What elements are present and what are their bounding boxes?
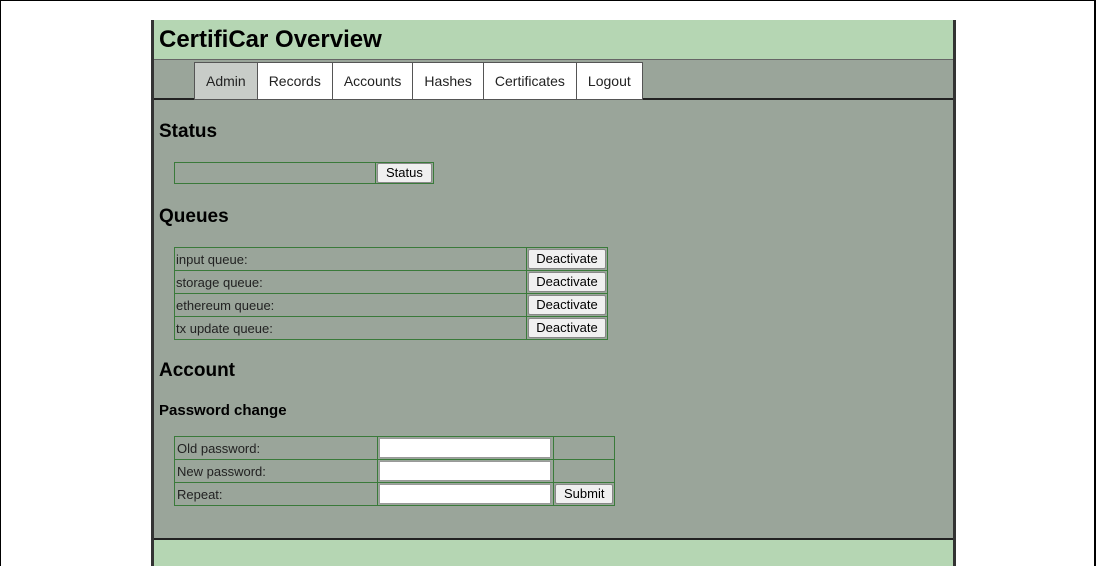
password-change-table: Old password: New password: Repeat: Subm… xyxy=(174,436,616,506)
repeat-password-label: Repeat: xyxy=(174,482,378,506)
deactivate-storage-queue-button[interactable]: Deactivate xyxy=(528,272,606,292)
deactivate-ethereum-queue-button[interactable]: Deactivate xyxy=(528,295,606,315)
queues-table: input queue: Deactivate storage queue: D… xyxy=(174,247,608,340)
page-title: CertifiCar Overview xyxy=(159,26,382,53)
empty-cell xyxy=(552,436,616,460)
new-password-label: New password: xyxy=(174,459,378,483)
deactivate-input-queue-button[interactable]: Deactivate xyxy=(528,249,606,269)
table-row: Old password: xyxy=(174,436,616,460)
footer-bar xyxy=(154,538,953,566)
deactivate-tx-update-queue-button[interactable]: Deactivate xyxy=(528,318,606,338)
tab-accounts[interactable]: Accounts xyxy=(332,63,414,99)
tab-admin[interactable]: Admin xyxy=(195,63,258,99)
queue-label-ethereum: ethereum queue: xyxy=(174,293,527,317)
page-header: CertifiCar Overview xyxy=(154,20,953,60)
nav-tabs: Admin Records Accounts Hashes Certificat… xyxy=(194,62,643,100)
old-password-cell xyxy=(377,436,554,460)
tab-hashes[interactable]: Hashes xyxy=(413,63,484,99)
old-password-label: Old password: xyxy=(174,436,378,460)
queue-action-cell: Deactivate xyxy=(526,293,608,317)
queues-heading: Queues xyxy=(159,206,229,227)
table-row: tx update queue: Deactivate xyxy=(174,316,608,340)
password-change-heading: Password change xyxy=(159,402,287,419)
status-button[interactable]: Status xyxy=(377,163,432,183)
repeat-password-cell xyxy=(377,482,554,506)
repeat-password-field[interactable] xyxy=(379,484,551,504)
new-password-field[interactable] xyxy=(379,461,551,481)
queue-label-storage: storage queue: xyxy=(174,270,527,294)
old-password-field[interactable] xyxy=(379,438,551,458)
queue-action-cell: Deactivate xyxy=(526,270,608,294)
status-heading: Status xyxy=(159,121,218,142)
queue-action-cell: Deactivate xyxy=(526,247,608,271)
table-row: input queue: Deactivate xyxy=(174,247,608,271)
table-row: Repeat: Submit xyxy=(174,482,616,506)
queue-label-input: input queue: xyxy=(174,247,527,271)
table-row: ethereum queue: Deactivate xyxy=(174,293,608,317)
tab-certificates[interactable]: Certificates xyxy=(483,63,577,99)
tab-logout[interactable]: Logout xyxy=(576,63,642,99)
tab-records[interactable]: Records xyxy=(257,63,333,99)
submit-button[interactable]: Submit xyxy=(555,484,614,504)
status-row: Status xyxy=(174,162,434,184)
nav-bar: Admin Records Accounts Hashes Certificat… xyxy=(154,60,953,100)
submit-cell: Submit xyxy=(552,482,616,506)
account-heading: Account xyxy=(159,360,235,381)
table-row: New password: xyxy=(174,459,616,483)
queue-label-tx-update: tx update queue: xyxy=(174,316,527,340)
empty-cell xyxy=(552,459,616,483)
status-output xyxy=(174,162,375,184)
table-row: storage queue: Deactivate xyxy=(174,270,608,294)
new-password-cell xyxy=(377,459,554,483)
queue-action-cell: Deactivate xyxy=(526,316,608,340)
page-container: CertifiCar Overview Admin Records Accoun… xyxy=(151,20,956,566)
status-button-cell: Status xyxy=(375,162,434,184)
